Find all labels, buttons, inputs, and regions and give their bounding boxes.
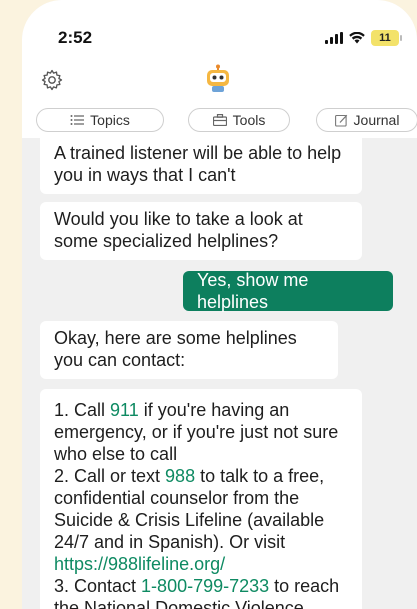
bot-message: A trained listener will be able to help … [40,138,362,194]
journal-icon [334,114,347,127]
helpline-text: 1. Call [54,400,111,420]
phone-link-911[interactable]: 911 [110,400,139,420]
tab-journal-label: Journal [353,112,400,128]
helpline-list-message: 1. Call 911 if you're having an emergenc… [40,389,362,609]
robot-mascot-icon [207,64,229,92]
tab-tools-label: Tools [232,112,266,128]
phone-screen: 2:52 11 Topics Tools Journal A trained l… [22,0,417,609]
wifi-icon [349,32,365,44]
status-time: 2:52 [58,28,93,47]
toolbox-icon [212,114,227,126]
helpline-text: 3. Contact [54,576,142,596]
message-text: Okay, here are some helplines you can co… [54,328,297,370]
message-text: Would you like to take a look at some sp… [54,209,303,251]
header: 2:52 11 Topics Tools Journal [22,0,417,138]
bot-message: Okay, here are some helplines you can co… [40,321,338,379]
settings-gear-icon[interactable] [40,68,64,92]
phone-link-988[interactable]: 988 [165,466,195,486]
user-message: Yes, show me helplines [183,270,393,312]
list-icon [70,115,85,125]
helpline-item: 1. Call 911 if you're having an emergenc… [54,399,348,465]
topic-tabs: Topics Tools Journal [36,108,417,132]
tab-topics-label: Topics [90,112,130,128]
tab-topics[interactable]: Topics [36,108,164,132]
status-indicators: 11 [325,30,402,46]
helpline-item: 3. Contact 1-800-799-7233 to reach the N… [54,575,348,609]
helpline-text: 2. Call or text [54,466,166,486]
lifeline-website-link[interactable]: https://988lifeline.org/ [54,554,225,574]
battery-indicator: 11 [371,30,402,46]
bot-message: Would you like to take a look at some sp… [40,202,362,260]
tab-journal[interactable]: Journal [316,108,417,132]
phone-link-domestic-violence[interactable]: 1-800-799-7233 [141,576,269,596]
message-text: A trained listener will be able to help … [54,143,342,185]
signal-icon [325,32,343,44]
message-text: Yes, show me helplines [197,270,309,312]
tab-tools[interactable]: Tools [188,108,290,132]
helpline-item: 2. Call or text 988 to talk to a free, c… [54,465,348,575]
battery-level: 11 [379,32,391,44]
